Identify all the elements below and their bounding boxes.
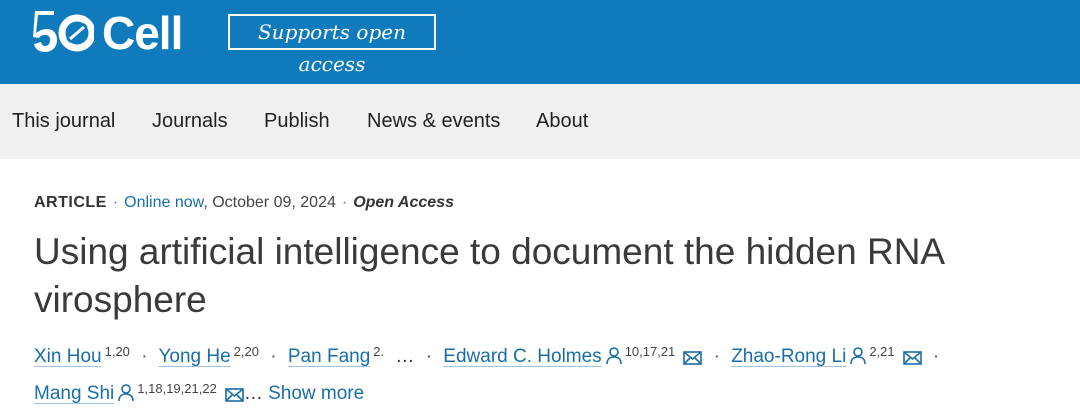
online-status-link[interactable]: Online now bbox=[124, 194, 203, 211]
separator: · bbox=[341, 194, 348, 211]
cell-logo[interactable]: 50 Cell bbox=[32, 7, 183, 59]
ellipsis: … bbox=[395, 346, 415, 367]
author-edward-c-holmes[interactable]: Edward C. Holmes bbox=[443, 346, 601, 367]
logo-50: 50 bbox=[32, 11, 94, 55]
author-affiliation: 1,20 bbox=[104, 344, 130, 359]
article-type: ARTICLE bbox=[34, 194, 107, 211]
article-meta: ARTICLE · Online now, October 09, 2024 · Ope… bbox=[34, 194, 454, 212]
person-icon bbox=[118, 384, 135, 402]
person-icon bbox=[850, 347, 867, 365]
nav-this-journal[interactable]: This journal bbox=[12, 84, 115, 159]
author-list: Xin Hou 1,20 · Yong He 2,20 · Pan Fang 2. …… bbox=[34, 336, 1054, 410]
publication-date: , October 09, 2024 bbox=[203, 194, 336, 211]
author-yong-he[interactable]: Yong He bbox=[158, 346, 230, 367]
separator: · bbox=[141, 346, 148, 367]
separator: · bbox=[713, 346, 720, 367]
separator: · bbox=[270, 346, 277, 367]
logo-name: Cell bbox=[102, 7, 183, 59]
top-header: 50 Cell Supports open access bbox=[0, 0, 1080, 84]
article-title: Using artificial intelligence to documen… bbox=[34, 231, 944, 320]
nav-publish[interactable]: Publish bbox=[264, 84, 330, 159]
author-affiliation: 10,17,21 bbox=[624, 344, 676, 359]
separator: · bbox=[112, 194, 119, 211]
author-xin-hou[interactable]: Xin Hou bbox=[34, 346, 102, 367]
author-mang-shi[interactable]: Mang Shi bbox=[34, 383, 114, 404]
author-pan-fang[interactable]: Pan Fang bbox=[288, 346, 370, 367]
envelope-icon[interactable] bbox=[225, 388, 244, 402]
ellipsis: … bbox=[243, 383, 263, 404]
author-affiliation: 2,21 bbox=[869, 344, 895, 359]
open-access-label: Open Access bbox=[353, 194, 454, 211]
supports-open-access-badge[interactable]: Supports open access bbox=[228, 14, 436, 76]
author-line-2: Mang Shi 1,18,19,21,22 … Show more bbox=[34, 373, 1054, 410]
author-affiliation: 2. bbox=[373, 344, 385, 359]
author-affiliation: 2,20 bbox=[233, 344, 259, 359]
author-affiliation: 1,18,19,21,22 bbox=[137, 381, 217, 396]
separator: · bbox=[425, 346, 433, 367]
envelope-icon[interactable] bbox=[902, 351, 922, 365]
separator: · bbox=[932, 346, 940, 367]
nav-about[interactable]: About bbox=[536, 84, 588, 159]
show-more-authors-link[interactable]: Show more bbox=[268, 383, 364, 404]
person-icon bbox=[605, 347, 622, 365]
main-nav: This journal Journals Publish News & eve… bbox=[0, 84, 1080, 159]
author-line-1: Xin Hou 1,20 · Yong He 2,20 · Pan Fang 2. …… bbox=[34, 336, 1054, 373]
author-zhao-rong-li[interactable]: Zhao-Rong Li bbox=[731, 346, 846, 367]
logo-50-glyph-icon bbox=[33, 11, 94, 52]
envelope-icon[interactable] bbox=[683, 351, 703, 365]
nav-news-events[interactable]: News & events bbox=[367, 84, 500, 159]
nav-journals[interactable]: Journals bbox=[152, 84, 228, 159]
